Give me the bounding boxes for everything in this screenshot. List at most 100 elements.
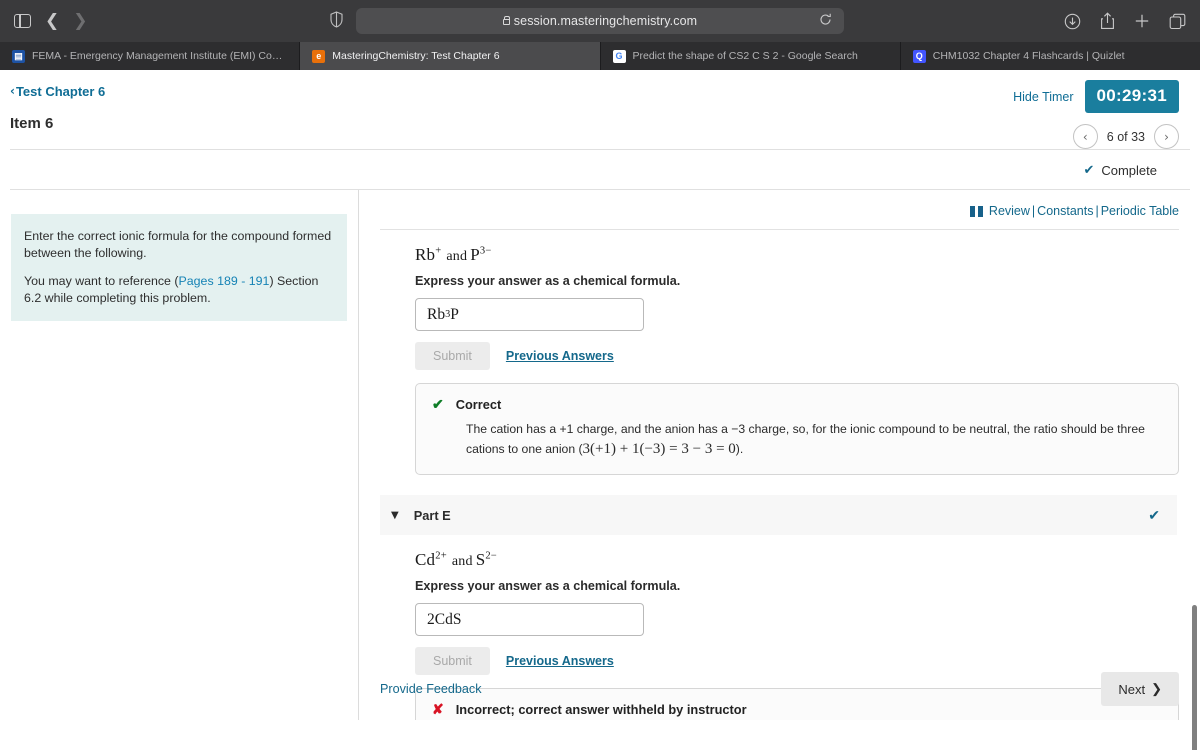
- part-e-header[interactable]: ▼ Part E ✔: [380, 495, 1177, 536]
- fema-favicon: ▤: [12, 49, 25, 63]
- page-header: ‹ Test Chapter 6 Item 6 Hide Timer 00:29…: [0, 70, 1200, 149]
- part-d-instruction: Express your answer as a chemical formul…: [415, 274, 681, 288]
- feedback-body: The cation has a +1 charge, and the anio…: [466, 421, 1162, 460]
- browser-tab-masteringchemistry[interactable]: e MasteringChemistry: Test Chapter 6: [300, 42, 601, 70]
- share-icon[interactable]: [1100, 12, 1115, 30]
- problem-line-2-pre: You may want to reference (: [24, 274, 179, 288]
- page-content: ‹ Test Chapter 6 Item 6 Hide Timer 00:29…: [0, 70, 1200, 750]
- problem-line-2: You may want to reference (Pages 189 - 1…: [24, 273, 334, 306]
- cation-symbol: Rb: [415, 245, 436, 264]
- previous-item-button[interactable]: ‹: [1072, 124, 1098, 149]
- chevron-right-icon: ❯: [1151, 681, 1162, 696]
- part-e-label: Part E: [413, 507, 451, 523]
- status-badge: Complete: [1101, 162, 1157, 178]
- completion-status: ✔ Complete: [10, 150, 1190, 190]
- browser-tab-bar: ▤ FEMA - Emergency Management Institute …: [0, 42, 1200, 70]
- page-title: Item 6: [10, 115, 54, 132]
- tab-label: CHM1032 Chapter 4 Flashcards | Quizlet: [932, 50, 1125, 62]
- correct-check-icon: ✔: [432, 396, 444, 412]
- next-button-label: Next: [1118, 681, 1146, 697]
- tab-label: Predict the shape of CS2 C S 2 - Google …: [632, 50, 858, 62]
- tab-overview-icon[interactable]: [1169, 13, 1186, 30]
- content-columns: Enter the correct ionic formula for the …: [0, 190, 1200, 720]
- feedback-explanation: The cation has a +1 charge, and the anio…: [466, 422, 1145, 456]
- part-d-body: Rb+ and P3− Express your answer as a chemi…: [380, 230, 1179, 476]
- part-e-formula: Cd2+ and S2−: [415, 550, 1179, 570]
- forward-chevron-icon[interactable]: ❯: [73, 12, 87, 30]
- anion-charge: 2−: [485, 550, 497, 562]
- vertical-scrollbar[interactable]: [1192, 605, 1197, 750]
- link-separator: |: [1031, 204, 1036, 218]
- item-counter: 6 of 33: [1106, 129, 1145, 144]
- masteringchemistry-favicon: e: [312, 49, 326, 63]
- url-text: session.masteringchemistry.com: [513, 14, 698, 28]
- part-e-check-icon: ✔: [1148, 506, 1160, 523]
- browser-chrome: ❮ ❯ session.masteringchemistry.com ▤ FEM…: [0, 0, 1200, 70]
- problem-line-1: Enter the correct ionic formula for the …: [24, 229, 332, 260]
- page-footer: Provide Feedback Next ❯: [359, 658, 1200, 720]
- back-chevron-icon[interactable]: ❮: [45, 12, 59, 30]
- chevron-down-icon[interactable]: ▼: [391, 510, 399, 521]
- formula-conjunction: and: [451, 554, 473, 570]
- link-separator: |: [1095, 204, 1099, 218]
- sidebar-icon[interactable]: [14, 14, 31, 28]
- browser-tab-fema[interactable]: ▤ FEMA - Emergency Management Institute …: [0, 42, 301, 70]
- plus-icon[interactable]: [1134, 13, 1150, 29]
- timer-display: 00:29:31: [1084, 80, 1179, 113]
- answer-suffix: P: [450, 305, 459, 323]
- breadcrumb-label: Test Chapter 6: [15, 83, 106, 99]
- pages-reference-link[interactable]: Pages 189 - 191: [179, 274, 270, 288]
- review-link[interactable]: Review: [989, 204, 1030, 218]
- answer-prefix: Rb: [427, 305, 446, 323]
- tab-label: MasteringChemistry: Test Chapter 6: [332, 50, 500, 62]
- tab-label: FEMA - Emergency Management Institute (E…: [32, 50, 288, 62]
- feedback-title: Correct: [455, 397, 502, 412]
- provide-feedback-link[interactable]: Provide Feedback: [380, 682, 482, 696]
- privacy-shield-icon[interactable]: [330, 11, 343, 33]
- lock-icon: [502, 15, 511, 25]
- part-d-feedback-correct: ✔ Correct The cation has a +1 charge, an…: [415, 383, 1179, 476]
- timer-area: Hide Timer 00:29:31: [1013, 80, 1179, 113]
- periodic-table-link[interactable]: Periodic Table: [1101, 204, 1179, 218]
- downloads-icon[interactable]: [1064, 13, 1081, 30]
- google-favicon: G: [612, 49, 626, 63]
- browser-tab-quizlet[interactable]: Q CHM1032 Chapter 4 Flashcards | Quizlet: [901, 42, 1200, 70]
- reload-icon[interactable]: [819, 13, 832, 31]
- browser-toolbar: ❮ ❯ session.masteringchemistry.com: [0, 0, 1200, 42]
- resource-links-row: Review | Constants | Periodic Table: [380, 190, 1179, 230]
- answer-scroll-region: Review | Constants | Periodic Table Rb+ and P3…: [380, 190, 1179, 720]
- part-e-answer-input[interactable]: 2CdS: [415, 603, 644, 637]
- formula-conjunction: and: [446, 249, 468, 264]
- problem-sidebar: Enter the correct ionic formula for the …: [0, 190, 359, 720]
- breadcrumb[interactable]: ‹ Test Chapter 6: [10, 84, 105, 99]
- feedback-header: ✔ Correct: [432, 396, 1162, 412]
- toolbar-left-controls: ❮ ❯: [14, 12, 88, 30]
- anion-charge: 3−: [479, 245, 492, 257]
- problem-statement: Enter the correct ionic formula for the …: [11, 214, 347, 321]
- address-bar[interactable]: session.masteringchemistry.com: [356, 8, 844, 34]
- part-d-formula: Rb+ and P3−: [415, 245, 1179, 265]
- part-d-actions: Submit Previous Answers: [415, 342, 1179, 370]
- next-button[interactable]: Next ❯: [1101, 672, 1179, 706]
- answer-panel: Review | Constants | Periodic Table Rb+ and P3…: [359, 190, 1200, 720]
- breadcrumb-back-chevron-icon: ‹: [10, 84, 15, 98]
- submit-button[interactable]: Submit: [415, 342, 490, 370]
- complete-check-icon: ✔: [1083, 162, 1095, 177]
- cation-symbol: Cd: [415, 550, 436, 570]
- previous-answers-link[interactable]: Previous Answers: [506, 349, 614, 363]
- part-e-instruction: Express your answer as a chemical formul…: [415, 579, 681, 594]
- part-d-answer-input[interactable]: Rb 3 P: [415, 298, 644, 331]
- anion-symbol: S: [475, 550, 486, 570]
- feedback-math: 3(+1) + 1(−3) = 3 − 3 = 0: [582, 440, 736, 457]
- constants-link[interactable]: Constants: [1037, 204, 1093, 218]
- resource-links: Review | Constants | Periodic Table: [989, 204, 1179, 218]
- item-pager: ‹ 6 of 33 ›: [1072, 124, 1179, 149]
- cation-charge: 2+: [435, 550, 447, 562]
- next-item-button[interactable]: ›: [1154, 124, 1179, 149]
- quizlet-favicon: Q: [912, 49, 926, 63]
- toolbar-right-controls: [1064, 0, 1186, 42]
- anion-symbol: P: [470, 245, 480, 264]
- book-icon: [969, 205, 983, 217]
- browser-tab-google-search[interactable]: G Predict the shape of CS2 C S 2 - Googl…: [601, 42, 901, 70]
- hide-timer-link[interactable]: Hide Timer: [1013, 90, 1073, 104]
